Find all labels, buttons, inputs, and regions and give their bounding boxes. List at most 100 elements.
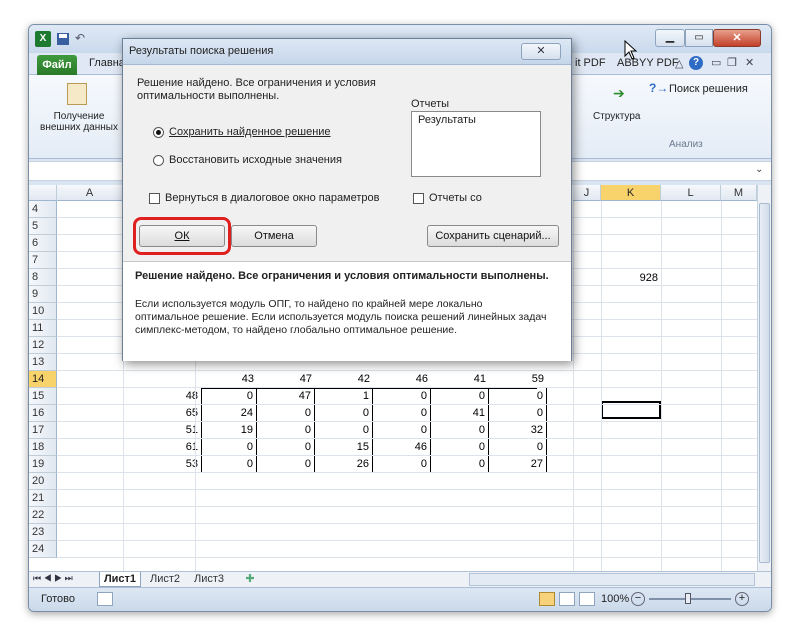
row-header[interactable]: 20	[29, 473, 57, 490]
row-label-cell[interactable]: 53	[145, 456, 201, 473]
doc-close-icon[interactable]: ✕	[745, 56, 754, 69]
table-cell[interactable]: 0	[491, 388, 547, 405]
structure-icon[interactable]: ➔	[613, 85, 625, 102]
zoom-in-button[interactable]: +	[735, 592, 749, 606]
table-cell[interactable]: 15	[317, 439, 373, 456]
expand-formula-icon[interactable]: ⌄	[755, 164, 763, 175]
row-header[interactable]: 24	[29, 541, 57, 558]
insert-sheet-icon[interactable]: ✚	[239, 572, 261, 587]
tab-pdf[interactable]: it PDF	[575, 57, 606, 69]
return-params-label[interactable]: Вернуться в диалоговое окно параметров	[165, 192, 380, 204]
table-cell[interactable]: 0	[259, 456, 315, 473]
row-label-cell[interactable]: 61	[145, 439, 201, 456]
table-cell[interactable]: 1	[317, 388, 373, 405]
doc-minimize-icon[interactable]: ▭	[711, 56, 721, 69]
outline-reports-label[interactable]: Отчеты со	[429, 192, 482, 204]
restore-values-label[interactable]: Восстановить исходные значения	[169, 154, 342, 166]
col-header-a[interactable]: A	[57, 185, 123, 201]
row-header[interactable]: 7	[29, 252, 57, 269]
page-layout-icon[interactable]	[559, 592, 575, 606]
row-header[interactable]: 23	[29, 524, 57, 541]
restore-values-radio[interactable]	[153, 155, 164, 166]
row-header[interactable]: 14	[29, 371, 57, 388]
row-label-cell[interactable]: 51	[145, 422, 201, 439]
page-break-icon[interactable]	[579, 592, 595, 606]
minimize-button[interactable]: ▁	[655, 29, 685, 47]
table-cell[interactable]: 46	[375, 439, 431, 456]
dialog-close-button[interactable]: ✕	[521, 43, 561, 60]
tab-home[interactable]: Главна	[89, 57, 125, 69]
table-cell[interactable]: 0	[201, 439, 257, 456]
row-header[interactable]: 15	[29, 388, 57, 405]
macro-record-icon[interactable]	[97, 592, 113, 606]
header-cell[interactable]: 46	[375, 371, 431, 388]
structure-label[interactable]: Структура	[593, 111, 640, 122]
table-cell[interactable]: 47	[259, 388, 315, 405]
row-header[interactable]: 16	[29, 405, 57, 422]
close-button[interactable]: ✕	[713, 29, 761, 47]
header-cell[interactable]: 43	[201, 371, 257, 388]
row-label-cell[interactable]: 65	[145, 405, 201, 422]
table-cell[interactable]: 0	[317, 422, 373, 439]
row-header[interactable]: 5	[29, 218, 57, 235]
table-cell[interactable]: 0	[375, 405, 431, 422]
normal-view-icon[interactable]	[539, 592, 555, 606]
sheet-tab-3[interactable]: Лист3	[189, 572, 229, 587]
row-header[interactable]: 18	[29, 439, 57, 456]
table-cell[interactable]: 0	[433, 439, 489, 456]
tab-file[interactable]: Файл	[37, 55, 77, 75]
col-header-k[interactable]: K	[601, 185, 661, 201]
table-cell[interactable]: 41	[433, 405, 489, 422]
table-cell[interactable]: 0	[259, 405, 315, 422]
table-cell[interactable]: 0	[433, 456, 489, 473]
undo-icon[interactable]: ↶	[75, 31, 91, 47]
row-header[interactable]: 4	[29, 201, 57, 218]
sheet-tab-2[interactable]: Лист2	[145, 572, 185, 587]
reports-item[interactable]: Результаты	[418, 114, 476, 126]
table-cell[interactable]: 0	[375, 456, 431, 473]
ribbon-collapse-icon[interactable]: △	[675, 57, 683, 70]
maximize-button[interactable]: ▭	[685, 29, 713, 47]
header-cell[interactable]: 41	[433, 371, 489, 388]
col-header-j[interactable]: J	[573, 185, 601, 201]
row-header[interactable]: 21	[29, 490, 57, 507]
table-cell[interactable]: 26	[317, 456, 373, 473]
zoom-slider-thumb[interactable]	[685, 593, 691, 604]
table-cell[interactable]: 19	[201, 422, 257, 439]
outline-reports-checkbox[interactable]	[413, 193, 424, 204]
table-cell[interactable]: 0	[259, 439, 315, 456]
table-cell[interactable]: 0	[375, 388, 431, 405]
table-cell[interactable]: 24	[201, 405, 257, 422]
header-cell[interactable]: 59	[491, 371, 547, 388]
row-header[interactable]: 6	[29, 235, 57, 252]
keep-solution-radio[interactable]	[153, 127, 164, 138]
horizontal-scrollbar[interactable]	[469, 573, 755, 586]
table-cell[interactable]: 27	[491, 456, 547, 473]
row-header[interactable]: 10	[29, 303, 57, 320]
row-header[interactable]: 8	[29, 269, 57, 286]
row-header[interactable]: 22	[29, 507, 57, 524]
sheet-tab-1[interactable]: Лист1	[99, 572, 141, 587]
zoom-level[interactable]: 100%	[601, 593, 629, 605]
help-icon[interactable]: ?	[689, 56, 703, 70]
select-all-corner[interactable]	[29, 185, 57, 201]
get-data-label[interactable]: Получение внешних данных	[39, 111, 119, 133]
table-cell[interactable]: 0	[201, 456, 257, 473]
sheet-nav-arrows[interactable]: ⏮ ◀ ▶ ⏭	[33, 573, 73, 584]
row-header[interactable]: 19	[29, 456, 57, 473]
col-header-m[interactable]: M	[721, 185, 757, 201]
row-header[interactable]: 13	[29, 354, 57, 371]
doc-restore-icon[interactable]: ❐	[727, 56, 737, 69]
table-cell[interactable]: 0	[491, 439, 547, 456]
ok-button[interactable]: ОК	[139, 225, 225, 247]
save-scenario-button[interactable]: Сохранить сценарий...	[427, 225, 559, 247]
save-icon[interactable]	[55, 31, 71, 47]
table-cell[interactable]: 0	[259, 422, 315, 439]
zoom-out-button[interactable]: −	[631, 592, 645, 606]
table-cell[interactable]: 0	[433, 422, 489, 439]
table-cell[interactable]: 32	[491, 422, 547, 439]
col-header-l[interactable]: L	[661, 185, 721, 201]
vertical-scrollbar[interactable]	[757, 185, 771, 571]
solver-button[interactable]: Поиск решения	[669, 83, 748, 95]
reports-listbox[interactable]: Результаты	[411, 111, 541, 177]
